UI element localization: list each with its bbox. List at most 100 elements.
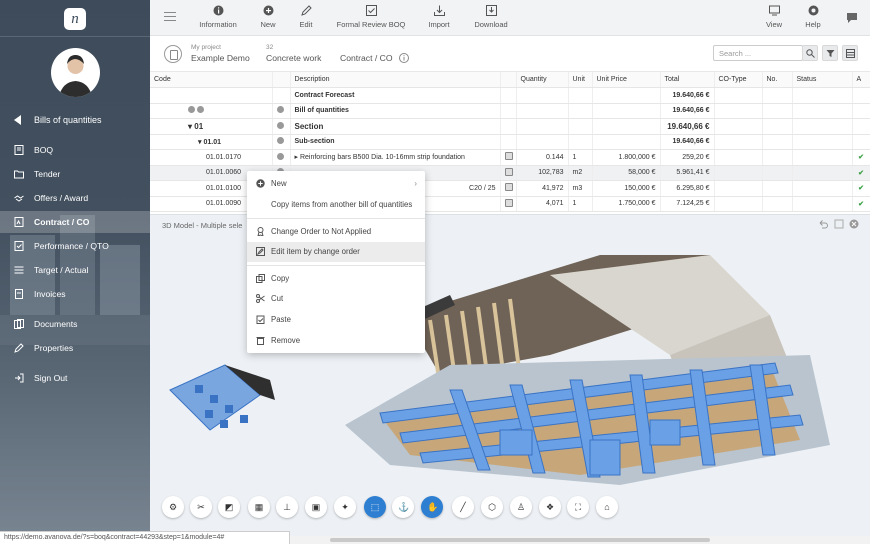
explode-tool-button[interactable]: ⬡: [481, 496, 503, 518]
save-view-button[interactable]: ▣: [305, 496, 327, 518]
menu-item-cut[interactable]: Cut: [247, 289, 425, 309]
pan-tool-button[interactable]: ✋: [421, 496, 443, 518]
filter-button[interactable]: [822, 45, 838, 61]
section-tool-button[interactable]: ◩: [218, 496, 240, 518]
maximize-icon[interactable]: [834, 219, 844, 229]
row-description: Sub-section: [290, 134, 501, 150]
menu-item-edit-by-change-order[interactable]: Edit item by change order: [247, 242, 425, 262]
grid-tool-button[interactable]: ▦: [248, 496, 270, 518]
formal-review-boq-button[interactable]: Formal Review BOQ: [336, 5, 406, 29]
view-button[interactable]: View: [762, 5, 786, 29]
table-row[interactable]: Bill of quantities 19.640,66 €: [150, 103, 870, 119]
gear-icon[interactable]: [276, 137, 284, 145]
chat-icon[interactable]: [846, 12, 858, 24]
calculator-icon[interactable]: [504, 198, 513, 207]
contract-icon: [14, 217, 24, 227]
row-code: 01.01.0170: [150, 149, 273, 166]
checkbox-icon: [365, 5, 377, 16]
header-unit-price[interactable]: Unit Price: [592, 72, 661, 88]
header-status[interactable]: Status: [792, 72, 853, 88]
section-name[interactable]: Concrete work: [266, 53, 321, 63]
tools-button[interactable]: ✂: [190, 496, 212, 518]
caret-down-icon[interactable]: ▾: [198, 139, 202, 146]
approved-check-icon: ✔: [852, 165, 870, 181]
anchor-tool-button[interactable]: ⚓: [392, 496, 414, 518]
header-no[interactable]: No.: [762, 72, 793, 88]
sidebar-item-properties[interactable]: Properties: [0, 337, 150, 359]
person-view-button[interactable]: ♙: [510, 496, 532, 518]
app-logo[interactable]: n: [64, 8, 86, 30]
select-box-button[interactable]: ⬚: [364, 496, 386, 518]
sidebar-item-contract-co[interactable]: Contract / CO: [0, 211, 150, 233]
menu-item-paste[interactable]: Paste: [247, 310, 425, 330]
ruler-tool-button[interactable]: ╱: [452, 496, 474, 518]
gear-icon[interactable]: [276, 121, 284, 129]
hamburger-menu-icon[interactable]: [164, 12, 176, 22]
back-to-bills-link[interactable]: Bills of quantities: [0, 110, 150, 130]
model-tree-button[interactable]: ❖: [539, 496, 561, 518]
fit-view-button[interactable]: ⛶: [567, 496, 589, 518]
sidebar-item-invoices[interactable]: Invoices: [0, 283, 150, 305]
project-name[interactable]: Example Demo: [191, 53, 250, 63]
avatar[interactable]: [51, 48, 100, 97]
row-unit: m2: [568, 165, 593, 181]
menu-item-copy[interactable]: Copy: [247, 269, 425, 289]
close-icon[interactable]: [849, 219, 859, 229]
sidebar-item-offers-award[interactable]: Offers / Award: [0, 187, 150, 209]
header-a[interactable]: A: [852, 72, 870, 88]
calculator-icon[interactable]: [504, 167, 513, 176]
menu-item-change-order-not-applied[interactable]: Change Order to Not Applied: [247, 222, 425, 242]
row-unit: [568, 134, 593, 150]
calculator-icon[interactable]: [504, 183, 513, 192]
gear-icon[interactable]: [276, 106, 284, 114]
sidebar-item-performance-qto[interactable]: Performance / QTO: [0, 235, 150, 257]
information-button[interactable]: Information: [198, 5, 238, 29]
info-icon[interactable]: [399, 53, 409, 63]
table-row[interactable]: ▾ 01 Section 19.640,66 €: [150, 118, 870, 135]
row-quantity: 0.144: [516, 149, 569, 166]
measure-tool-button[interactable]: ⊥: [276, 496, 298, 518]
search-button[interactable]: [802, 45, 818, 61]
header-description[interactable]: Description: [290, 72, 501, 88]
sidebar-item-tender[interactable]: Tender: [0, 163, 150, 185]
pivot-tool-button[interactable]: ✦: [334, 496, 356, 518]
edit-button[interactable]: Edit: [295, 5, 317, 29]
settings-tool-button[interactable]: ⚙: [162, 496, 184, 518]
horizontal-scrollbar[interactable]: [290, 536, 870, 544]
download-button[interactable]: Download: [473, 5, 509, 29]
sidebar-item-documents[interactable]: Documents: [0, 313, 150, 335]
import-button[interactable]: Import: [426, 5, 452, 29]
menu-item-copy-from-boq[interactable]: Copy items from another bill of quantiti…: [247, 195, 425, 215]
home-view-button[interactable]: ⌂: [596, 496, 618, 518]
gear-icon[interactable]: [276, 152, 284, 160]
header-unit[interactable]: Unit: [568, 72, 593, 88]
row-quantity: 4,071: [516, 196, 569, 212]
search-input[interactable]: Search ...: [713, 45, 803, 61]
table-row[interactable]: ▾ 01.01 Sub-section 19.640,66 €: [150, 134, 870, 150]
scrollbar-thumb[interactable]: [330, 538, 710, 542]
caret-down-icon[interactable]: ▾: [188, 122, 192, 131]
menu-item-new[interactable]: New ›: [247, 174, 425, 194]
menu-separator: [247, 265, 425, 266]
row-total: 19.640,66 €: [660, 87, 715, 104]
table-row[interactable]: 01.01.0170 ▸ Reinforcing bars B500 Dia. …: [150, 149, 870, 166]
sidebar-item-target-actual[interactable]: Target / Actual: [0, 259, 150, 281]
undo-icon[interactable]: [818, 219, 828, 229]
menu-item-remove[interactable]: Remove: [247, 331, 425, 351]
sidebar-item-boq[interactable]: BOQ: [0, 139, 150, 161]
header-co-type[interactable]: CO-Type: [714, 72, 763, 88]
header-quantity[interactable]: Quantity: [516, 72, 569, 88]
project-icon[interactable]: [164, 45, 182, 63]
help-button[interactable]: Help: [802, 5, 824, 29]
collapse-icon[interactable]: [188, 106, 195, 114]
expand-icon[interactable]: [196, 106, 204, 114]
new-button[interactable]: New: [255, 5, 281, 29]
header-total[interactable]: Total: [660, 72, 715, 88]
columns-button[interactable]: [842, 45, 858, 61]
header-code[interactable]: Code: [150, 72, 273, 88]
table-row[interactable]: Contract Forecast 19.640,66 €: [150, 87, 870, 104]
sidebar-item-sign-out[interactable]: Sign Out: [0, 367, 150, 389]
help-label: Help: [805, 20, 821, 29]
box-icon: ⬡: [488, 502, 496, 512]
calculator-icon[interactable]: [504, 152, 513, 161]
